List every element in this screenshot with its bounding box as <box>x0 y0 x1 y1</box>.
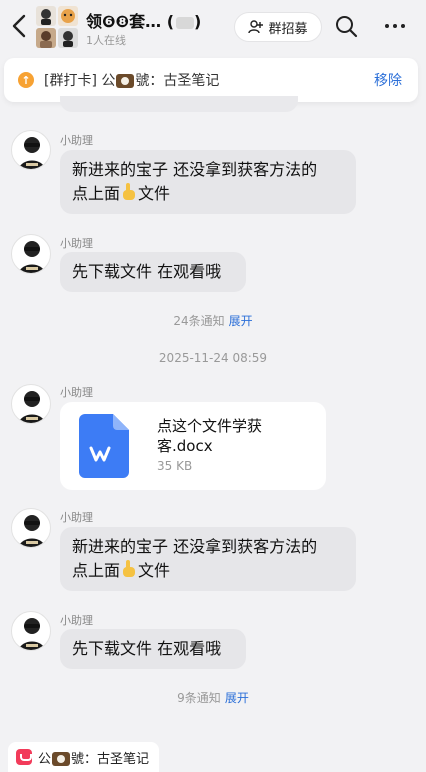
avatar[interactable] <box>11 508 51 548</box>
message-text-line2: 点上面 文件 <box>72 559 344 583</box>
sender-name: 小助理 <box>60 237 93 250</box>
notification-summary: 24条通知 展开 <box>0 312 426 329</box>
notification-count: 9条通知 <box>177 691 221 705</box>
chat-title-paren: ) <box>194 12 202 31</box>
message-text: 点上面 <box>72 184 121 203</box>
message-bubble[interactable]: 新进来的宝子 还没拿到获客方法的 点上面 文件 <box>60 527 356 591</box>
member-avatar-icon <box>36 6 56 26</box>
pointing-up-emoji-icon <box>123 183 136 200</box>
chat-title-paren: ( <box>166 12 174 31</box>
blurred-member-count <box>176 16 194 29</box>
expand-link[interactable]: 展开 <box>229 314 253 328</box>
back-arrow-icon[interactable] <box>8 12 32 40</box>
message-text: 先下载文件 在观看哦 <box>72 639 222 658</box>
member-avatar-icon <box>58 28 78 48</box>
notification-summary: 9条通知 展开 <box>0 689 426 706</box>
message-text: 先下载文件 在观看哦 <box>72 262 222 281</box>
word-document-icon <box>79 414 129 478</box>
chat-title-text: 领❻❽套… <box>86 12 162 31</box>
member-avatar-icon <box>36 28 56 48</box>
online-status: 1人在线 <box>86 34 126 47</box>
message-text-line2: 点上面 文件 <box>72 182 344 206</box>
chip-text-suffix: 號：古圣笔记 <box>71 751 150 767</box>
clock-emoji-icon <box>116 74 135 88</box>
message-text: 新进来的宝子 还没拿到获客方法的 <box>72 537 318 556</box>
avatar[interactable] <box>11 234 51 274</box>
chip-text-prefix: 公 <box>38 751 52 767</box>
avatar[interactable] <box>11 611 51 651</box>
file-name: 点这个文件学获 客.docx <box>157 416 307 456</box>
group-recruit-label: 群招募 <box>268 21 308 37</box>
pinned-text-prefix: [群打卡] 公 <box>44 73 116 89</box>
message-bubble[interactable]: 新进来的宝子 还没拿到获客方法的 点上面 文件 <box>60 150 356 214</box>
chat-title[interactable]: 领❻❽套… () <box>86 8 201 32</box>
quick-entry-chip[interactable]: 公 號：古圣笔记 <box>8 742 160 772</box>
message-text: 点上面 <box>72 561 121 580</box>
member-avatar-icon <box>58 6 78 26</box>
message-text: 新进来的宝子 还没拿到获客方法的 <box>72 160 318 179</box>
file-attachment[interactable]: 点这个文件学获 客.docx 35 KB <box>60 402 326 490</box>
file-name-line: 客.docx <box>157 437 213 455</box>
sender-name: 小助理 <box>60 511 93 524</box>
search-icon[interactable] <box>334 14 358 38</box>
chat-header: 领❻❽套… () 1人在线 群招募 <box>0 0 426 54</box>
pinned-text: [群打卡] 公 號：古圣笔记 <box>44 70 219 90</box>
clock-emoji-icon <box>52 752 71 766</box>
remove-pin-button[interactable]: 移除 <box>374 70 402 90</box>
message-bubble[interactable]: 先下载文件 在观看哦 <box>60 629 246 669</box>
partial-message-bubble <box>60 96 298 112</box>
more-options-icon[interactable] <box>382 14 408 38</box>
message-text: 文件 <box>138 561 171 580</box>
avatar[interactable] <box>11 384 51 424</box>
file-name-line: 点这个文件学获 <box>157 417 263 435</box>
calendar-icon <box>16 749 32 765</box>
message-text: 文件 <box>138 184 171 203</box>
sender-name: 小助理 <box>60 134 93 147</box>
group-recruit-button[interactable]: 群招募 <box>234 12 322 42</box>
add-person-icon <box>248 20 264 34</box>
sender-name: 小助理 <box>60 386 93 399</box>
file-size: 35 KB <box>157 459 193 473</box>
sender-name: 小助理 <box>60 614 93 627</box>
chip-text: 公 號：古圣笔记 <box>38 748 149 767</box>
expand-link[interactable]: 展开 <box>225 691 249 705</box>
message-bubble[interactable]: 先下载文件 在观看哦 <box>60 252 246 292</box>
timestamp: 2025-11-24 08:59 <box>158 351 268 365</box>
pointing-up-emoji-icon <box>123 560 136 577</box>
notification-count: 24条通知 <box>173 314 225 328</box>
arrow-up-icon: ↑ <box>18 72 34 88</box>
avatar[interactable] <box>11 130 51 170</box>
group-avatar[interactable] <box>36 6 78 48</box>
pinned-text-suffix: 號：古圣笔记 <box>135 73 220 89</box>
